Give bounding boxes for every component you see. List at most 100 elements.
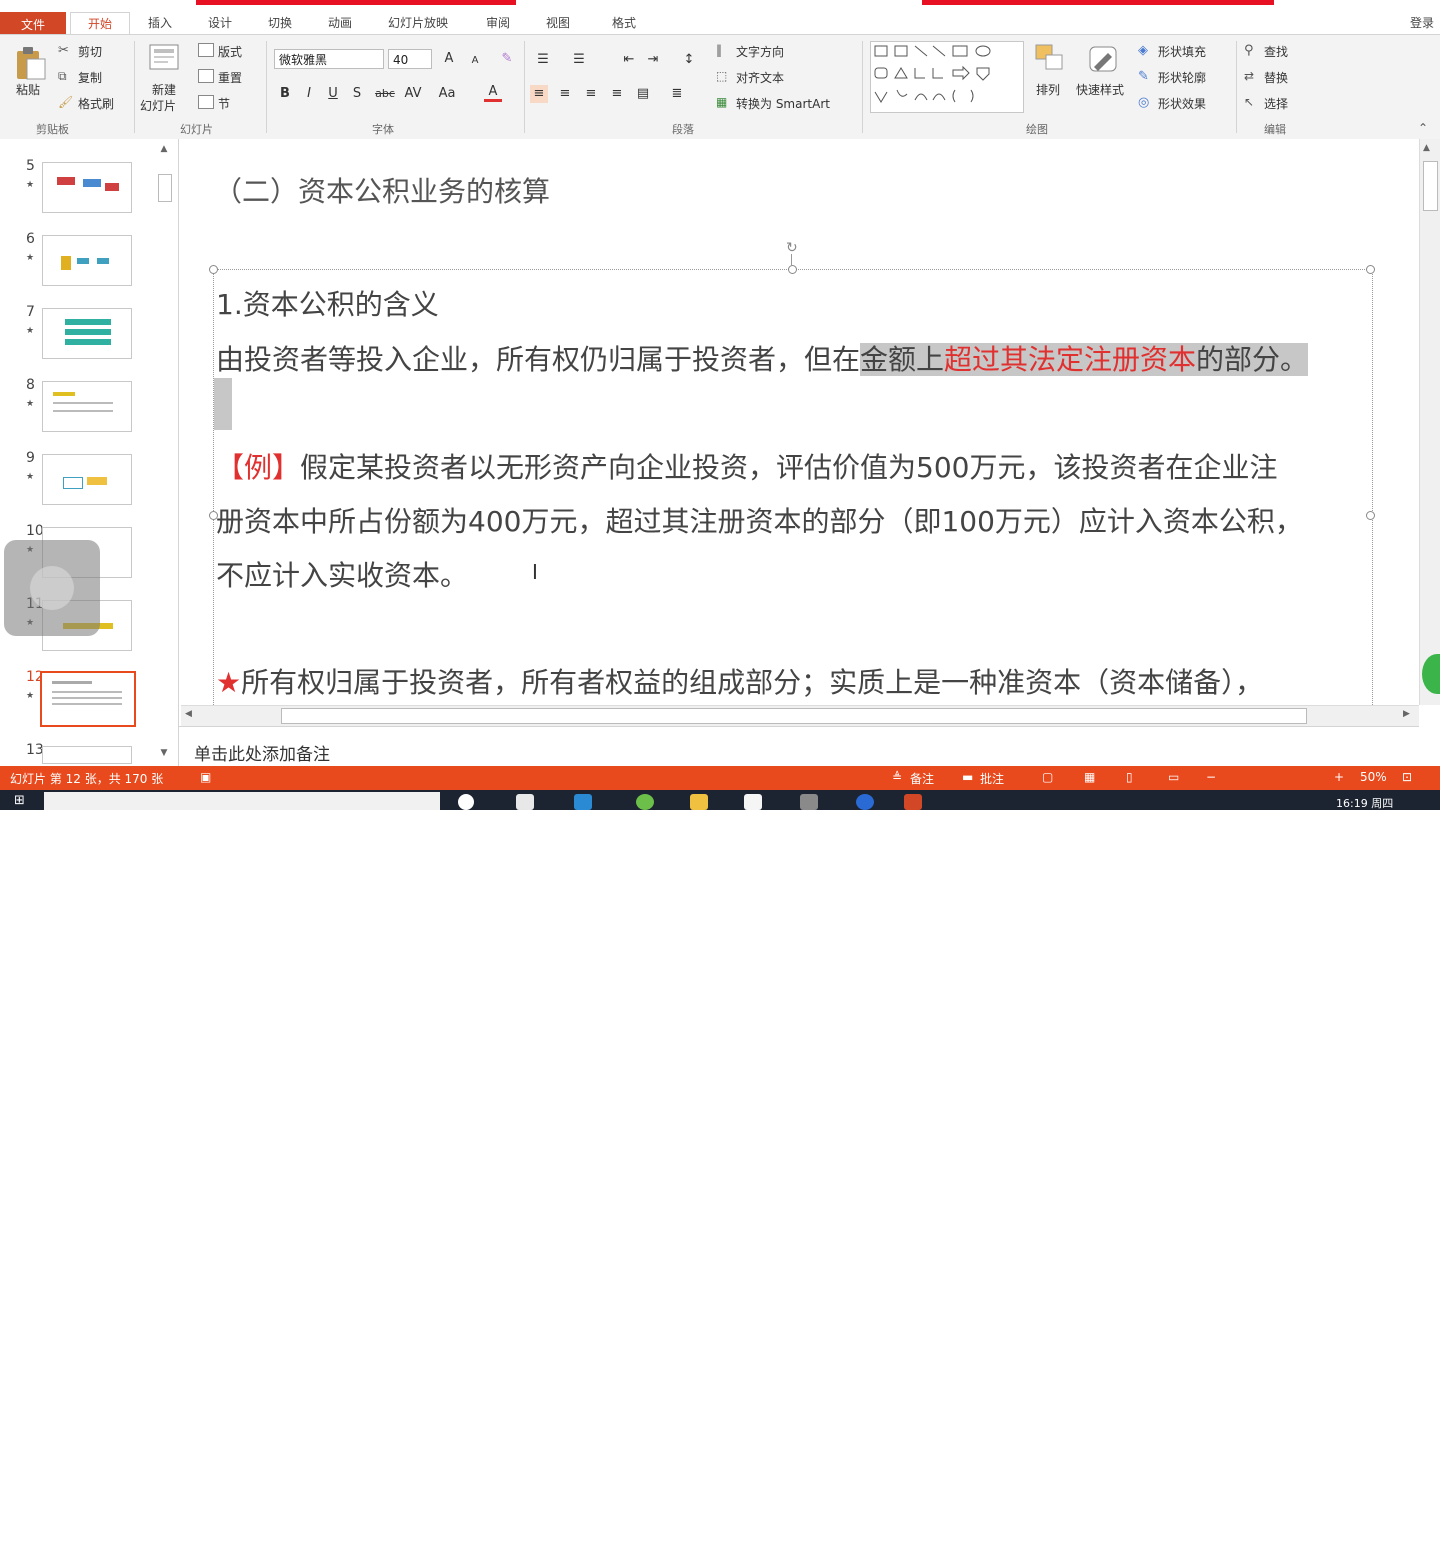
decrease-indent-icon[interactable]: ⇤ xyxy=(620,51,638,69)
zoom-out-icon[interactable]: − xyxy=(1206,770,1216,784)
shape-fill-button[interactable]: 形状填充 xyxy=(1158,43,1206,60)
align-text-button[interactable]: 对齐文本 xyxy=(736,69,784,86)
scroll-right-icon[interactable]: ▶ xyxy=(1403,709,1410,719)
format-painter-button[interactable]: 格式刷 xyxy=(78,95,114,112)
collapse-ribbon-icon[interactable]: ⌃ xyxy=(1418,121,1428,135)
login-link[interactable]: 登录 xyxy=(1404,12,1440,34)
numbering-icon[interactable]: ☰ xyxy=(570,51,588,69)
change-case-button[interactable]: Aa xyxy=(436,85,458,103)
slide-thumbnail[interactable] xyxy=(42,235,132,286)
taskbar-app-icon[interactable] xyxy=(516,794,534,810)
select-button[interactable]: 选择 xyxy=(1264,95,1288,112)
distributed-icon[interactable]: ▤ xyxy=(634,85,652,103)
shape-effects-button[interactable]: 形状效果 xyxy=(1158,95,1206,112)
resize-handle[interactable] xyxy=(209,265,218,274)
tab-transitions[interactable]: 切换 xyxy=(256,12,304,34)
slide-thumbnail[interactable] xyxy=(42,308,132,359)
tab-insert[interactable]: 插入 xyxy=(136,12,184,34)
scroll-up-icon[interactable]: ▲ xyxy=(156,144,172,158)
tab-view[interactable]: 视图 xyxy=(534,12,582,34)
horizontal-scrollbar[interactable]: ◀ ▶ xyxy=(181,705,1419,726)
clear-format-icon[interactable]: ✎ xyxy=(498,50,516,68)
tab-design[interactable]: 设计 xyxy=(196,12,244,34)
windows-start-icon[interactable]: ⊞ xyxy=(14,793,25,808)
comments-button[interactable]: 批注 xyxy=(980,770,1004,787)
spellcheck-icon[interactable]: ▣ xyxy=(200,770,211,784)
resize-handle[interactable] xyxy=(1366,265,1375,274)
line-spacing-icon[interactable]: ↕ xyxy=(680,51,698,69)
cut-button[interactable]: 剪切 xyxy=(78,43,102,60)
shrink-font-button[interactable]: A xyxy=(466,52,484,70)
shape-outline-button[interactable]: 形状轮廓 xyxy=(1158,69,1206,86)
notes-placeholder[interactable]: 单击此处添加备注 xyxy=(194,740,330,765)
bullets-icon[interactable]: ☰ xyxy=(534,51,552,69)
scroll-thumb[interactable] xyxy=(1423,161,1438,211)
text-direction-button[interactable]: 文字方向 xyxy=(736,43,784,60)
resize-handle[interactable] xyxy=(1366,511,1375,520)
slide-sorter-icon[interactable]: ▦ xyxy=(1084,770,1095,784)
section-button[interactable]: 节 xyxy=(218,95,230,112)
notes-pane[interactable] xyxy=(179,726,1419,767)
zoom-in-icon[interactable]: + xyxy=(1334,770,1344,784)
reading-view-icon[interactable]: ▯ xyxy=(1126,770,1133,784)
font-size-combo[interactable]: 40 xyxy=(388,49,432,69)
resize-handle[interactable] xyxy=(788,265,797,274)
vertical-scrollbar[interactable]: ▲ xyxy=(1419,139,1440,705)
content-textbox[interactable] xyxy=(213,269,1373,707)
taskbar-app-icon[interactable] xyxy=(574,794,592,810)
underline-button[interactable]: U xyxy=(324,85,342,103)
align-center-icon[interactable]: ≡ xyxy=(556,85,574,103)
tab-format[interactable]: 格式 xyxy=(600,12,648,34)
powerpoint-taskbar-icon[interactable] xyxy=(904,794,922,810)
grow-font-button[interactable]: A xyxy=(440,50,458,68)
scroll-thumb[interactable] xyxy=(281,708,1307,724)
tab-animations[interactable]: 动画 xyxy=(316,12,364,34)
taskbar-search-box[interactable] xyxy=(44,792,440,810)
task-view-icon[interactable] xyxy=(458,794,474,810)
reset-button[interactable]: 重置 xyxy=(218,69,242,86)
align-right-icon[interactable]: ≡ xyxy=(582,85,600,103)
tab-review[interactable]: 审阅 xyxy=(474,12,522,34)
fit-slide-icon[interactable]: ⊡ xyxy=(1402,770,1412,784)
slide-thumbnail[interactable] xyxy=(42,746,132,764)
slide-title[interactable]: （二）资本公积业务的核算 xyxy=(214,170,550,210)
shapes-gallery[interactable] xyxy=(870,41,1024,113)
columns-icon[interactable]: ≣ xyxy=(668,85,686,103)
copy-button[interactable]: 复制 xyxy=(78,69,102,86)
zoom-slider-thumb[interactable] xyxy=(1240,1537,1244,1549)
align-left-icon[interactable]: ≡ xyxy=(530,85,548,103)
char-spacing-button[interactable]: AV xyxy=(402,85,424,103)
tab-slideshow[interactable]: 幻灯片放映 xyxy=(376,12,460,34)
layout-button[interactable]: 版式 xyxy=(218,43,242,60)
slide-thumbnail[interactable] xyxy=(42,162,132,213)
slide-thumbnail[interactable] xyxy=(42,454,132,505)
font-color-button[interactable]: A xyxy=(484,83,502,102)
floating-widget-button[interactable] xyxy=(30,566,74,610)
find-button[interactable]: 查找 xyxy=(1264,43,1288,60)
taskbar-app-icon[interactable] xyxy=(636,794,654,810)
notes-button[interactable]: 备注 xyxy=(910,770,934,787)
italic-button[interactable]: I xyxy=(300,85,318,103)
taskbar-app-icon[interactable] xyxy=(856,794,874,810)
thumbnail-scrollbar[interactable]: ▲ ▼ xyxy=(156,144,172,762)
font-name-combo[interactable]: 微软雅黑 xyxy=(274,49,384,69)
taskbar-app-icon[interactable] xyxy=(800,794,818,810)
zoom-slider[interactable] xyxy=(1218,1543,1328,1544)
shadow-button[interactable]: S xyxy=(348,85,366,103)
zoom-level[interactable]: 50% xyxy=(1360,770,1387,784)
scroll-left-icon[interactable]: ◀ xyxy=(185,709,192,719)
bold-button[interactable]: B xyxy=(276,85,294,103)
slide-thumbnail[interactable] xyxy=(42,381,132,432)
replace-button[interactable]: 替换 xyxy=(1264,69,1288,86)
increase-indent-icon[interactable]: ⇥ xyxy=(644,51,662,69)
scroll-thumb[interactable] xyxy=(158,174,172,202)
taskbar-app-icon[interactable] xyxy=(690,794,708,810)
smartart-button[interactable]: 转换为 SmartArt xyxy=(736,95,830,112)
strikethrough-button[interactable]: abc xyxy=(372,85,398,103)
taskbar-app-icon[interactable] xyxy=(744,794,762,810)
justify-icon[interactable]: ≡ xyxy=(608,85,626,103)
scroll-down-icon[interactable]: ▼ xyxy=(156,748,172,762)
slide-thumbnail-selected[interactable] xyxy=(40,671,136,727)
slideshow-icon[interactable]: ▭ xyxy=(1168,770,1179,784)
scroll-up-icon[interactable]: ▲ xyxy=(1423,143,1430,153)
